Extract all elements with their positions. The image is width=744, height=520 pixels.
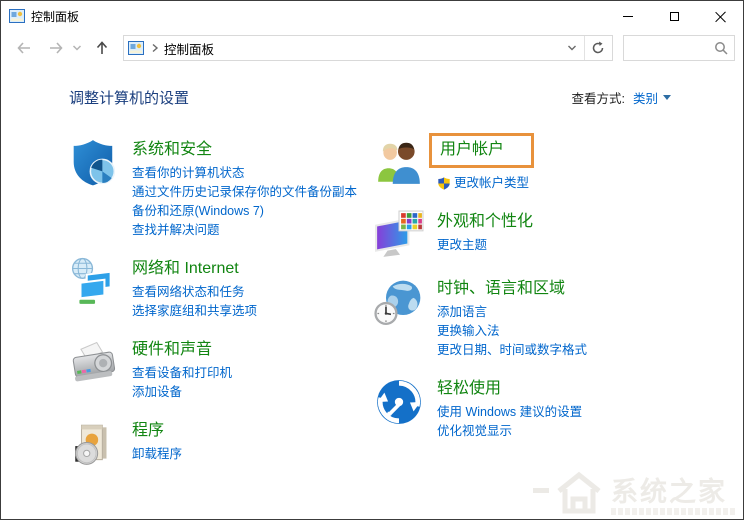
link-file-history-backup[interactable]: 通过文件历史记录保存你的文件备份副本 — [132, 183, 357, 202]
link-network-status-tasks[interactable]: 查看网络状态和任务 — [132, 283, 257, 302]
watermark-url-line — [611, 508, 737, 515]
hardware-sound-icon[interactable] — [69, 338, 119, 388]
link-find-fix-problems[interactable]: 查找并解决问题 — [132, 221, 357, 240]
maximize-button[interactable] — [651, 1, 697, 31]
recent-pages-dropdown[interactable] — [69, 35, 85, 61]
close-icon — [715, 11, 726, 22]
address-dropdown-button[interactable] — [561, 35, 583, 61]
network-internet-icon[interactable] — [69, 257, 119, 307]
refresh-icon — [592, 41, 604, 54]
category-title-hardware-sound[interactable]: 硬件和声音 — [132, 339, 212, 360]
link-windows-suggested-settings[interactable]: 使用 Windows 建议的设置 — [437, 403, 582, 422]
back-arrow-icon — [17, 42, 30, 54]
breadcrumb-chevron-icon — [152, 43, 159, 53]
view-by-label: 查看方式: — [571, 92, 625, 106]
search-box[interactable] — [623, 35, 735, 61]
category-network-internet: 网络和 Internet 查看网络状态和任务 选择家庭组和共享选项 — [69, 257, 374, 321]
view-by-select[interactable]: 类别 — [633, 88, 671, 107]
navigation-bar: 控制面板 — [1, 31, 743, 65]
category-title-ease-of-access[interactable]: 轻松使用 — [437, 378, 501, 399]
up-button[interactable] — [89, 35, 115, 61]
location-control-panel-icon — [128, 41, 144, 55]
user-accounts-highlight-box: 用户帐户 — [429, 133, 535, 168]
link-backup-restore-win7[interactable]: 备份和还原(Windows 7) — [132, 202, 357, 221]
control-panel-window: 控制面板 控制面板 调整计算机的设置 查看方式: 类别 系统和安全 查看你的计算… — [0, 0, 744, 520]
breadcrumb-item[interactable]: 控制面板 — [164, 39, 214, 58]
category-hardware-sound: 硬件和声音 查看设备和打印机 添加设备 — [69, 338, 374, 402]
link-devices-printers[interactable]: 查看设备和打印机 — [132, 364, 232, 383]
title-bar: 控制面板 — [1, 1, 743, 31]
clock-language-region-icon[interactable] — [374, 277, 424, 327]
link-add-language[interactable]: 添加语言 — [437, 303, 587, 322]
link-view-computer-status[interactable]: 查看你的计算机状态 — [132, 164, 357, 183]
category-title-system-security[interactable]: 系统和安全 — [132, 139, 212, 160]
link-change-theme[interactable]: 更改主题 — [437, 236, 533, 255]
link-change-input-method[interactable]: 更换输入法 — [437, 322, 587, 341]
watermark-dash — [533, 488, 549, 493]
page-title: 调整计算机的设置 — [69, 90, 190, 107]
refresh-button[interactable] — [586, 35, 610, 61]
minimize-button[interactable] — [605, 1, 651, 31]
category-title-network-internet[interactable]: 网络和 Internet — [132, 258, 239, 279]
chevron-down-icon — [72, 45, 82, 51]
user-accounts-icon[interactable] — [374, 138, 424, 188]
address-bar[interactable]: 控制面板 — [123, 35, 613, 61]
category-system-security: 系统和安全 查看你的计算机状态 通过文件历史记录保存你的文件备份副本 备份和还原… — [69, 138, 374, 240]
maximize-icon — [669, 11, 679, 21]
up-arrow-icon — [96, 41, 108, 54]
category-programs: 程序 卸载程序 — [69, 419, 374, 469]
category-title-programs[interactable]: 程序 — [132, 420, 164, 441]
minimize-icon — [623, 15, 633, 17]
search-icon — [715, 42, 728, 55]
category-user-accounts: 用户帐户 更改帐户类型 — [374, 133, 671, 193]
category-clock-language-region: 时钟、语言和区域 添加语言 更换输入法 更改日期、时间或数字格式 — [374, 277, 671, 360]
programs-icon[interactable] — [69, 419, 119, 469]
category-title-clock-region[interactable]: 时钟、语言和区域 — [437, 278, 565, 299]
main-content: 调整计算机的设置 查看方式: 类别 系统和安全 查看你的计算机状态 通过文件历史… — [1, 65, 743, 486]
appearance-personalization-icon[interactable] — [374, 210, 424, 260]
link-change-account-type[interactable]: 更改帐户类型 — [437, 174, 534, 193]
close-button[interactable] — [697, 1, 743, 31]
uac-shield-icon — [438, 177, 450, 190]
forward-button[interactable] — [43, 35, 69, 61]
security-shield-icon[interactable] — [69, 138, 119, 188]
control-panel-icon — [9, 9, 25, 23]
category-title-appearance[interactable]: 外观和个性化 — [437, 211, 533, 232]
link-homegroup-sharing[interactable]: 选择家庭组和共享选项 — [132, 302, 257, 321]
chevron-down-icon — [568, 45, 576, 51]
forward-arrow-icon — [50, 42, 63, 54]
category-ease-of-access: 轻松使用 使用 Windows 建议的设置 优化视觉显示 — [374, 377, 671, 441]
category-title-user-accounts[interactable]: 用户帐户 — [440, 139, 504, 160]
search-input[interactable] — [630, 41, 714, 55]
window-title: 控制面板 — [31, 9, 80, 24]
back-button[interactable] — [11, 35, 37, 61]
link-optimize-visual-display[interactable]: 优化视觉显示 — [437, 422, 582, 441]
ease-of-access-icon[interactable] — [374, 377, 424, 427]
link-change-date-time-formats[interactable]: 更改日期、时间或数字格式 — [437, 341, 587, 360]
category-appearance-personalization: 外观和个性化 更改主题 — [374, 210, 671, 260]
link-add-device[interactable]: 添加设备 — [132, 383, 232, 402]
view-by-control: 查看方式: 类别 — [571, 88, 671, 107]
caret-down-icon — [663, 95, 671, 100]
link-uninstall-program[interactable]: 卸载程序 — [132, 445, 182, 464]
